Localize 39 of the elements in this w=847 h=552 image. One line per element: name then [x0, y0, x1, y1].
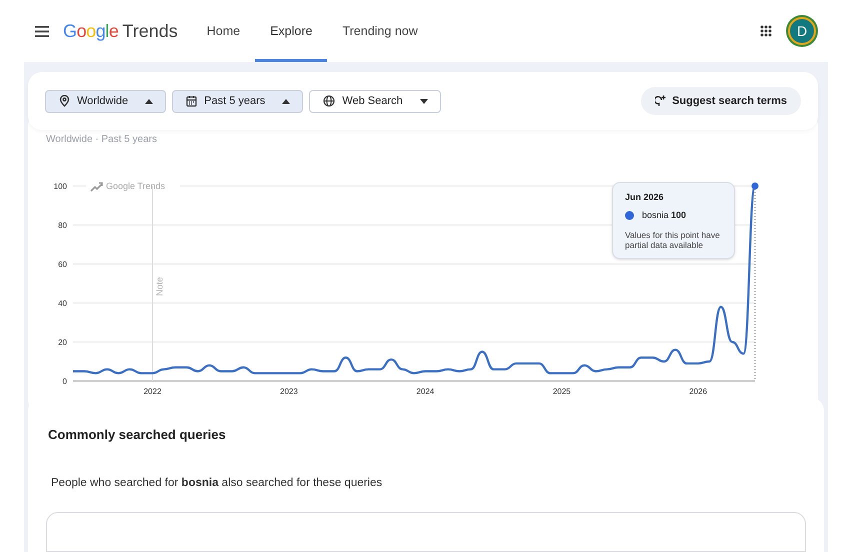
suggest-search-terms-button[interactable]: Suggest search terms — [641, 87, 801, 115]
y-axis-label: 100 — [54, 182, 67, 191]
note-label: Note — [154, 276, 165, 296]
tooltip-series: bosnia 100 — [642, 208, 686, 222]
nav-tab[interactable]: Explore — [255, 0, 328, 62]
y-axis-label: 0 — [62, 377, 67, 386]
menu-icon[interactable] — [35, 26, 49, 36]
x-axis-label: 2022 — [144, 387, 162, 396]
x-axis-label: 2026 — [689, 387, 708, 396]
caret-up-icon — [282, 98, 290, 104]
google-trends-logo[interactable]: Google Trends — [63, 18, 178, 44]
tooltip-date: Jun 2026 — [625, 191, 665, 204]
filter-dropdown[interactable]: Worldwide — [45, 90, 166, 112]
y-axis-label: 40 — [58, 299, 67, 308]
caret-down-icon — [420, 98, 428, 104]
section-description: People who searched for bosnia also searched for these queries — [51, 476, 384, 491]
y-axis-label: 60 — [58, 260, 67, 269]
calendar-icon — [186, 95, 198, 107]
caret-up-icon — [145, 98, 154, 104]
sparkle-bulb-icon — [655, 95, 666, 107]
tooltip-message: Values for this point have partial data available — [625, 230, 721, 250]
trend-arrow-icon — [90, 182, 103, 192]
filter-dropdown[interactable]: Past 5 years — [172, 90, 304, 112]
filter-dropdown[interactable]: Web Search — [309, 90, 441, 112]
y-axis-label: 80 — [58, 221, 67, 230]
section-title: Commonly searched queries — [48, 426, 227, 444]
hovered-point — [752, 182, 758, 190]
x-axis-label: 2025 — [552, 387, 571, 396]
location-pin-icon — [59, 95, 70, 107]
x-axis-label: 2023 — [280, 387, 298, 396]
apps-grid-icon[interactable] — [760, 25, 772, 37]
y-axis-label: 20 — [58, 338, 67, 347]
breadcrumb: Worldwide · Past 5 years — [46, 133, 157, 147]
chart-brand-label: Google Trends — [106, 181, 166, 191]
nav-tab[interactable]: Trending now — [327, 0, 433, 62]
account-avatar[interactable]: D — [788, 17, 816, 45]
nav-tab[interactable]: Home — [192, 0, 256, 62]
globe-icon — [323, 95, 336, 107]
x-axis-label: 2024 — [416, 387, 434, 396]
